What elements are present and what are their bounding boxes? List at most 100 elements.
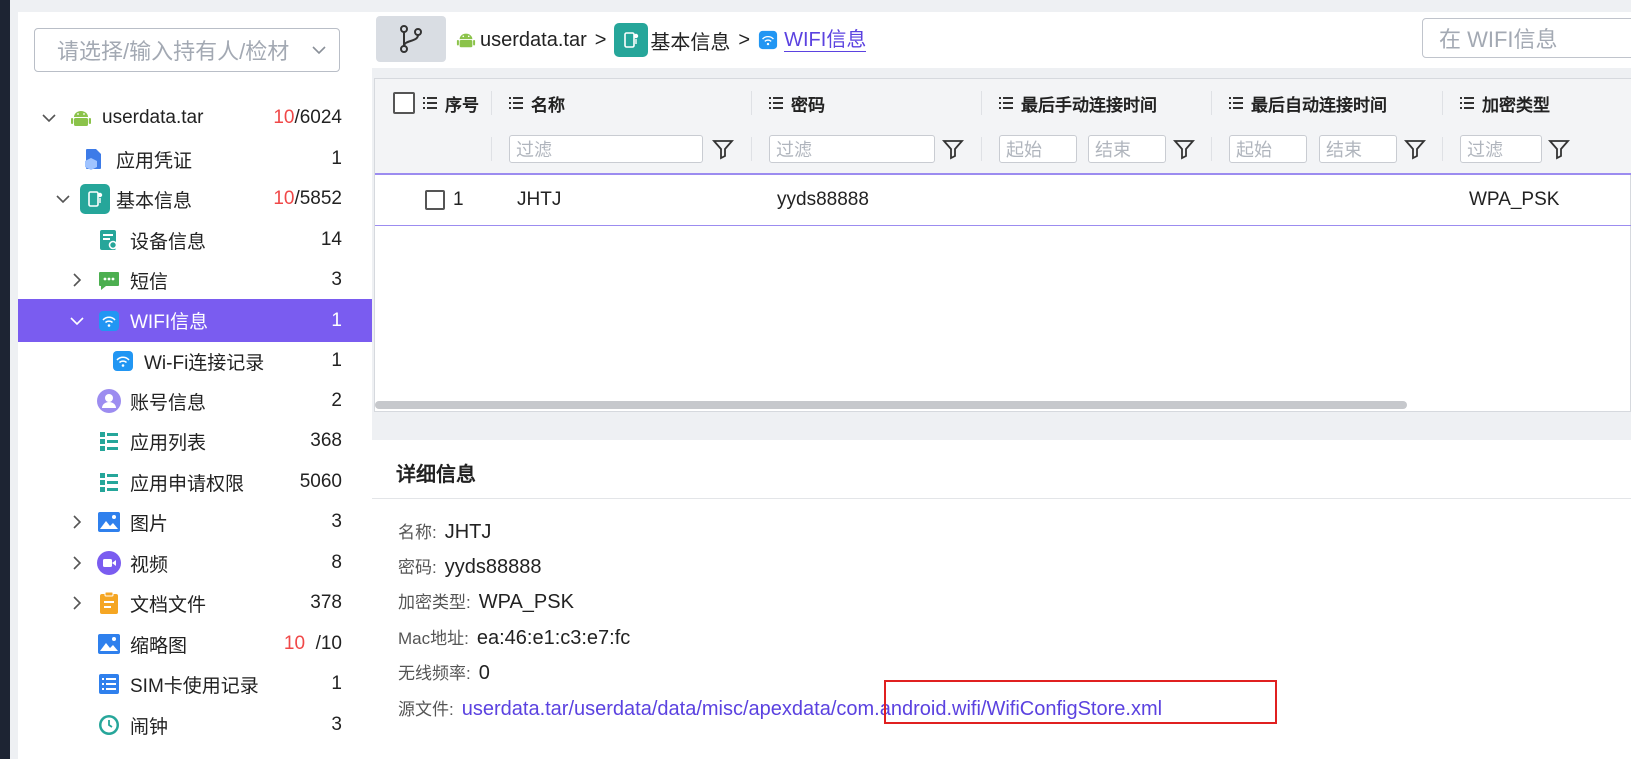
tree-item-label: 账号信息	[130, 392, 207, 414]
encryption-filter-input[interactable]: 过滤	[1460, 135, 1542, 163]
tree-item-count: 14	[320, 229, 342, 250]
column-header-manual-connect-time[interactable]: 最后手动连接时间	[999, 79, 1157, 127]
tree-item-sms[interactable]: 短信 3	[18, 260, 372, 300]
tree-item-count: 2	[331, 390, 342, 411]
android-icon	[456, 30, 476, 50]
list-icon	[769, 97, 783, 109]
tree-item-device-info[interactable]: 设备信息 14	[18, 220, 372, 260]
tree-item-app-permissions[interactable]: 应用申请权限 5060	[18, 462, 372, 502]
app-list-icon	[96, 469, 122, 495]
manual-time-end-input[interactable]: 结束	[1088, 135, 1166, 163]
tree-item-app-credential[interactable]: 应用凭证 1	[18, 139, 372, 179]
chevron-right-icon[interactable]	[68, 594, 86, 612]
chevron-down-icon[interactable]	[40, 109, 58, 127]
divider	[372, 498, 1631, 499]
filter-icon[interactable]	[1172, 137, 1196, 161]
column-header-auto-connect-time[interactable]: 最后自动连接时间	[1229, 79, 1387, 127]
tree-item-wifi-connection-log[interactable]: Wi-Fi连接记录 1	[18, 341, 372, 381]
password-filter-input[interactable]: 过滤	[769, 135, 935, 163]
tree-item-count: 368	[310, 430, 342, 451]
clock-icon	[96, 712, 122, 738]
tree-item-count: 10/6024	[273, 107, 342, 128]
tree-item-label: WIFI信息	[130, 312, 209, 333]
chevron-down-icon[interactable]	[68, 312, 86, 330]
chevron-down-icon	[312, 46, 326, 55]
select-all-checkbox[interactable]	[393, 79, 415, 127]
tree-item-count: 10/5852	[273, 188, 342, 209]
chevron-down-icon[interactable]	[54, 190, 72, 208]
tree-item-app-list[interactable]: 应用列表 368	[18, 421, 372, 461]
basic-info-icon	[80, 184, 110, 214]
tree-item-count: 8	[331, 552, 342, 573]
column-divider[interactable]	[981, 91, 982, 115]
tree-item-account-info[interactable]: 账号信息 2	[18, 381, 372, 421]
column-divider	[751, 137, 752, 161]
tree-item-wifi-info[interactable]: WIFI信息 1	[18, 299, 372, 342]
chevron-right-icon[interactable]	[68, 554, 86, 572]
breadcrumb-item[interactable]: 基本信息	[650, 26, 730, 55]
basic-info-icon	[614, 23, 649, 57]
tree-item-thumbnails[interactable]: 缩略图 10 /10	[18, 624, 372, 664]
tree-item-videos[interactable]: 视频 8	[18, 543, 372, 583]
filter-icon[interactable]	[1403, 137, 1427, 161]
search-input[interactable]: 在 WIFI信息	[1422, 18, 1631, 58]
detail-field-frequency: 无线频率: 0	[398, 662, 490, 684]
sim-list-icon	[96, 671, 122, 697]
auto-time-end-input[interactable]: 结束	[1319, 135, 1397, 163]
account-icon	[96, 388, 122, 414]
column-divider	[1211, 137, 1212, 161]
column-divider[interactable]	[1211, 91, 1212, 115]
tree-item-images[interactable]: 图片 3	[18, 502, 372, 542]
breadcrumb-item[interactable]: userdata.tar	[480, 29, 587, 52]
column-divider	[1442, 137, 1443, 161]
column-header-index[interactable]: 序号	[423, 79, 479, 127]
breadcrumb-separator: >	[738, 28, 751, 51]
tree-item-alarm[interactable]: 闹钟 3	[18, 705, 372, 745]
column-divider[interactable]	[491, 91, 492, 115]
column-divider[interactable]	[1442, 91, 1443, 115]
wifi-icon	[110, 348, 136, 374]
breadcrumb-current[interactable]: WIFI信息	[784, 29, 867, 52]
chevron-right-icon[interactable]	[68, 513, 86, 531]
column-header-name[interactable]: 名称	[509, 79, 565, 127]
table-row[interactable]: 1 JHTJ yyds88888 WPA_PSK	[375, 175, 1631, 226]
data-table: 序号 名称 密码 最后手动连接时间 最后自动连接时间 加密类型 过滤 过滤 起始…	[374, 78, 1631, 412]
breadcrumb: userdata.tar > 基本信息 > WIFI信息	[456, 12, 867, 68]
cell-index: 1	[453, 189, 464, 210]
tree-item-basic-info[interactable]: 基本信息 10/5852	[18, 179, 372, 219]
tree-item-label: 应用申请权限	[130, 473, 245, 495]
horizontal-scrollbar[interactable]	[375, 401, 1407, 409]
filter-icon[interactable]	[941, 137, 965, 161]
auto-time-start-input[interactable]: 起始	[1229, 135, 1307, 163]
search-placeholder: 在 WIFI信息	[1439, 27, 1558, 52]
tree-item-label: 闹钟	[130, 716, 169, 738]
column-divider	[981, 137, 982, 161]
tree-item-count: 378	[310, 592, 342, 613]
filter-icon[interactable]	[711, 137, 735, 161]
list-icon	[1460, 97, 1474, 109]
table-header: 序号 名称 密码 最后手动连接时间 最后自动连接时间 加密类型	[375, 79, 1631, 128]
branch-icon	[400, 25, 422, 53]
breadcrumb-separator: >	[594, 28, 607, 51]
column-divider[interactable]	[751, 91, 752, 115]
tree-item-sim-usage[interactable]: SIM卡使用记录 1	[18, 664, 372, 704]
row-checkbox[interactable]	[425, 175, 445, 225]
list-icon	[999, 97, 1013, 109]
tree-item-label: 文档文件	[130, 594, 207, 616]
chevron-right-icon[interactable]	[68, 271, 86, 289]
column-header-password[interactable]: 密码	[769, 79, 825, 127]
image-icon	[96, 509, 122, 535]
column-header-encryption[interactable]: 加密类型	[1460, 79, 1550, 127]
tree-item-label: SIM卡使用记录	[130, 675, 259, 697]
tree-item-label: 图片	[130, 513, 169, 535]
sms-icon	[96, 267, 122, 293]
tree-item-userdata[interactable]: userdata.tar 10/6024	[18, 98, 372, 138]
tree-item-documents[interactable]: 文档文件 378	[18, 583, 372, 623]
tree-item-label: 短信	[130, 271, 169, 293]
name-filter-input[interactable]: 过滤	[509, 135, 703, 163]
filter-icon[interactable]	[1547, 137, 1571, 161]
detail-title: 详细信息	[396, 464, 476, 486]
manual-time-start-input[interactable]: 起始	[999, 135, 1077, 163]
branch-button[interactable]	[376, 16, 446, 62]
owner-select[interactable]: 请选择/输入持有人/检材	[34, 28, 340, 72]
